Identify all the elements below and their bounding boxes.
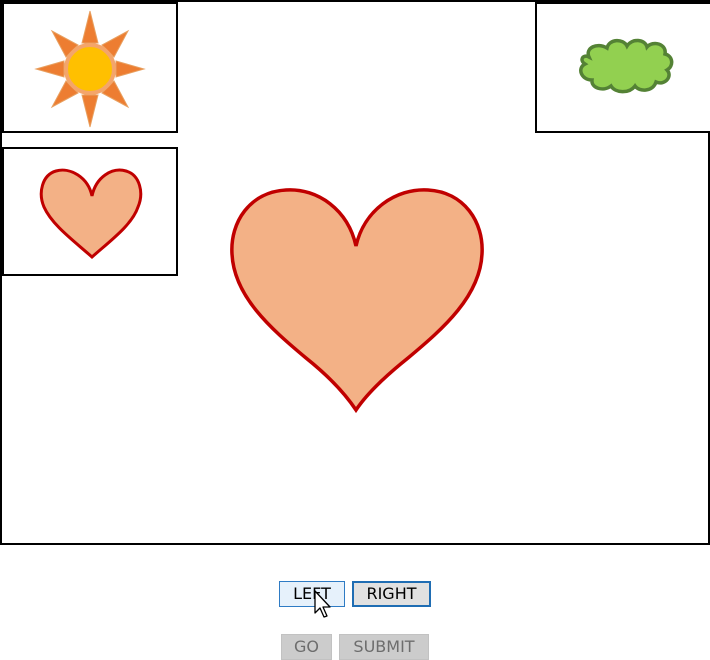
slot-middle-left[interactable] — [2, 147, 178, 276]
left-button[interactable]: LEFT — [279, 581, 345, 607]
heart-icon — [39, 168, 143, 260]
canvas-area — [0, 0, 710, 545]
cloud-icon — [579, 38, 674, 94]
slot-top-left[interactable] — [2, 2, 178, 133]
sun-icon — [34, 10, 146, 128]
slot-top-right[interactable] — [535, 2, 710, 133]
right-button[interactable]: RIGHT — [352, 581, 431, 607]
submit-button[interactable]: SUBMIT — [339, 634, 429, 660]
center-heart-shape[interactable] — [230, 188, 484, 414]
go-button[interactable]: GO — [281, 634, 332, 660]
